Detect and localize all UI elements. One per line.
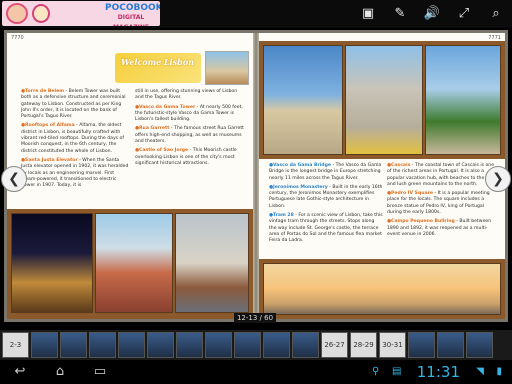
paragraph-heading: ●Santa Justa Elevator [21,157,78,163]
mascot-image [32,4,50,23]
paragraph-heading: ●Cascais [387,163,411,168]
text-column: ●Vasco da Gama Bridge - The Vasco da Gam… [269,163,383,248]
right-page[interactable]: 7771 ●Vasco da Gama Bridge - The Vasco d… [259,33,505,319]
page-thumbnail[interactable] [437,332,464,358]
brand-name: POCOBOOK DIGITAL MAGAZINE [105,3,160,26]
paragraph: ●Pedro IV Square - It is a popular meeti… [387,191,499,216]
page-thumbnail[interactable] [147,332,174,358]
usb-icon: ⚲ [372,366,380,377]
magazine-spread: 7770 Welcome Lisbon ●Torre de Belem - Be… [4,30,508,322]
zoom-icon[interactable]: ⤢ [454,4,474,24]
mascot-image [6,3,28,24]
paragraph-heading: ●Vasco da Gama Tower [135,104,196,110]
thumbnail-strip[interactable]: 2-3 26-27 28-29 30-31 [0,330,512,360]
paragraph: ●Tram 28 - For a scenic view of Lisbon, … [269,213,383,244]
paragraph-heading: ●Tram 28 [269,213,294,219]
paragraph-heading: ●Campo Pequeno Bullring [387,219,455,225]
page-thumbnail[interactable]: 30-31 [379,332,406,358]
paragraph-body: still in use, offering stunning views of… [135,89,238,101]
page-indicator: 12-13 / 60 [234,313,276,323]
page-thumbnail[interactable] [292,332,319,358]
bridge-sunset-photo [263,263,501,315]
paragraph-heading: ●Jeronimos Monastery [269,184,328,190]
text-column: still in use, offering stunning views of… [135,89,245,170]
page-thumbnail[interactable] [408,332,435,358]
page-thumbnail[interactable] [60,332,87,358]
page-thumbnail[interactable] [263,332,290,358]
paragraph-heading: ●Rooftops of Alfama [21,123,75,129]
recent-apps-icon[interactable]: ▭ [90,363,110,381]
prev-page-button[interactable]: ❮ [1,166,27,192]
search-icon[interactable]: ⌕ [486,4,506,24]
paragraph-heading: ●Torre de Belem [21,89,65,94]
paragraph: ●Rua Garrett - The famous street Rua Gar… [135,126,245,145]
title-banner: Welcome Lisbon [115,53,201,83]
night-street-photo [11,213,93,313]
paragraph-heading: ●Rua Garrett [135,126,170,132]
paragraph: ●Rooftops of Alfama - Alfama, the oldest… [21,123,129,154]
landmark-photo [205,51,249,85]
rooftops-photo [95,213,173,313]
paragraph-heading: ●Vasco da Gama Bridge [269,163,332,168]
paragraph: ●Vasco da Gama Tower - At nearly 500 fee… [135,105,245,124]
battery-icon: ▮ [496,366,502,377]
photo-collage [7,209,253,319]
paragraph: ●Jeronimos Monastery - Built in the earl… [269,185,383,210]
page-thumbnail[interactable]: 26-27 [321,332,348,358]
text-column: ●Torre de Belem - Belem Tower was built … [21,89,129,192]
page-number: 7770 [11,35,24,41]
paragraph-heading: ●Pedro IV Square [387,191,434,197]
paragraph: ●Campo Pequeno Bullring - Built between … [387,219,499,238]
app-logo: POCOBOOK DIGITAL MAGAZINE [2,1,160,26]
page-thumbnail[interactable] [89,332,116,358]
home-icon[interactable]: ⌂ [50,363,70,381]
bridge-photo-frame [259,259,505,319]
back-icon[interactable]: ↩ [10,363,30,381]
belem-tower-photo [263,45,343,155]
page-thumbnail[interactable] [118,332,145,358]
page-thumbnail[interactable] [205,332,232,358]
page-thumbnail[interactable]: 2-3 [2,332,29,358]
square-photo [425,45,501,155]
notification-icon: ▤ [392,366,402,377]
next-page-button[interactable]: ❯ [485,166,511,192]
system-navigation-bar: ↩ ⌂ ▭ ⚲ ▤ 11:31 ◥ ▮ [0,360,512,384]
paragraph: still in use, offering stunning views of… [135,89,245,102]
paragraph: ●Vasco da Gama Bridge - The Vasco da Gam… [269,163,383,182]
volume-icon[interactable]: 🔊 [422,4,442,24]
page-thumbnail[interactable] [234,332,261,358]
page-thumbnail[interactable] [466,332,493,358]
paragraph: ●Torre de Belem - Belem Tower was built … [21,89,129,120]
bridge-city-photo [175,213,249,313]
paragraph: ●Castle of Sao Jorge - This Moorish cast… [135,148,245,167]
photo-collage [259,41,505,159]
gallery-icon[interactable]: ▣ [358,4,378,24]
paragraph: ●Santa Justa Elevator - When the Santa J… [21,158,129,189]
top-toolbar: POCOBOOK DIGITAL MAGAZINE ▣ ✎ 🔊 ⤢ ⌕ [0,0,512,28]
text-column: ●Cascais - The coastal town of Cascais i… [387,163,499,241]
tram-photo [345,45,423,155]
paragraph: ●Cascais - The coastal town of Cascais i… [387,163,499,188]
page-thumbnail[interactable] [31,332,58,358]
clock: 11:31 [416,363,460,381]
pencil-icon[interactable]: ✎ [390,4,410,24]
left-page[interactable]: 7770 Welcome Lisbon ●Torre de Belem - Be… [7,33,253,319]
wifi-icon: ◥ [476,366,484,377]
page-thumbnail[interactable]: 28-29 [350,332,377,358]
paragraph-heading: ●Castle of Sao Jorge [135,148,189,154]
page-thumbnail[interactable] [176,332,203,358]
